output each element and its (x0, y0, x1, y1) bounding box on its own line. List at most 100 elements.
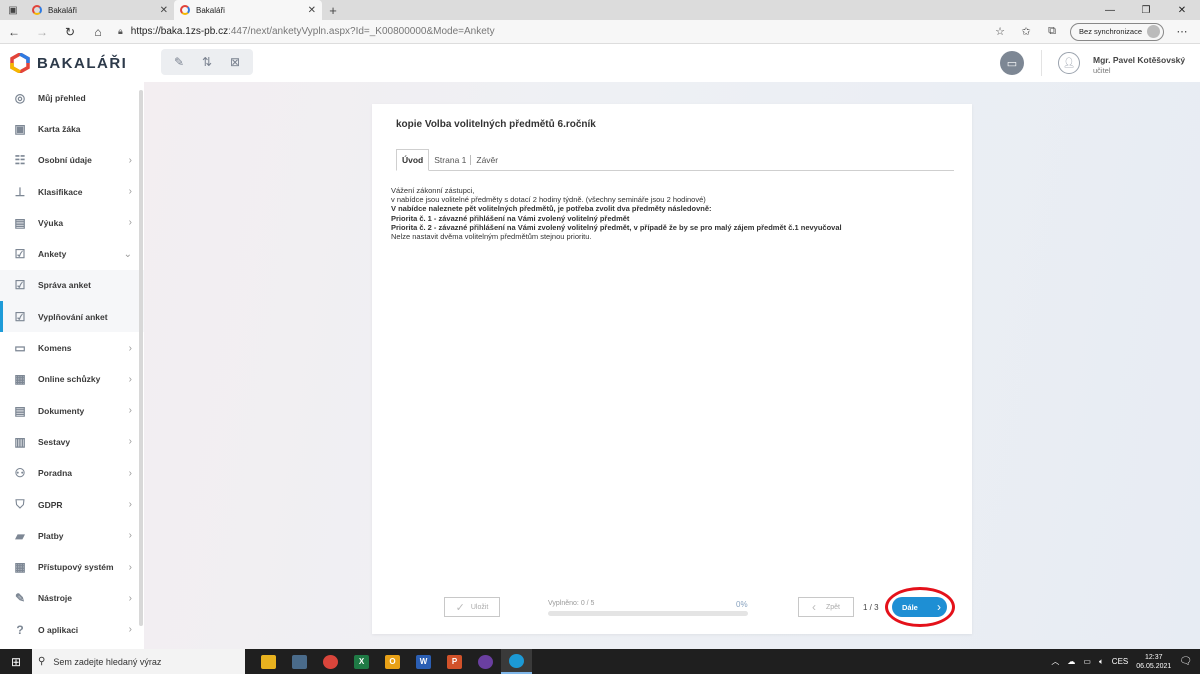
chevron-up-icon[interactable]: ︿ (1051, 656, 1059, 667)
sidebar-item-label: Poradna (38, 468, 73, 479)
more-menu-icon[interactable]: ⋯ (1174, 25, 1190, 38)
sync-button[interactable]: Bez synchronizace (1070, 22, 1164, 41)
bakalari-favicon-icon (180, 5, 190, 15)
network-icon[interactable]: ▭ (1083, 657, 1091, 666)
lock-icon: 🔒︎ (118, 26, 123, 36)
sidebar-item[interactable]: ▰ Platby › (0, 520, 144, 551)
sidebar-item-label: Výuka (38, 217, 64, 228)
sidebar-item-label: Karta žáka (38, 123, 81, 134)
browser-tab-title: Bakaláři (196, 5, 225, 15)
user-role: učitel (1093, 66, 1111, 75)
bakalari-app-icon[interactable] (470, 649, 501, 674)
volume-icon[interactable]: 🔈︎ (1099, 657, 1104, 667)
clock-date: 06.05.2021 (1136, 662, 1172, 670)
sidebar-item[interactable]: ✎ Nástroje › (0, 583, 144, 614)
reload-icon[interactable]: ↻ (56, 20, 84, 44)
chevron-right-icon: › (128, 342, 132, 354)
tab-zaver[interactable]: Závěr (471, 150, 503, 170)
sidebar-item[interactable]: ⚇ Poradna › (0, 458, 144, 489)
settings-sliders-icon[interactable]: ⇅ (202, 55, 212, 69)
messages-icon[interactable]: ▭ (1000, 51, 1024, 75)
edit-icon[interactable]: ✎ (174, 55, 184, 69)
search-placeholder: Sem zadejte hledaný výraz (53, 656, 162, 667)
sidebar-item[interactable]: ☷ Osobní údaje › (0, 145, 144, 176)
collections-icon[interactable]: ⧉ (1044, 25, 1060, 38)
chevron-right-icon: › (128, 186, 132, 198)
sidebar-item[interactable]: ▦ Přístupový systém › (0, 551, 144, 582)
sidebar-item[interactable]: ⊥ Klasifikace › (0, 176, 144, 207)
close-tab-icon[interactable]: ✕ (160, 5, 168, 16)
powerpoint-icon[interactable]: P (439, 649, 470, 674)
browser-tab-2[interactable]: Bakaláři ✕ (174, 0, 322, 20)
calculator-icon[interactable] (284, 649, 315, 674)
survey-tabs: Úvod Strana 1 Závěr (396, 149, 954, 171)
tab-actions-icon[interactable]: ▣ (0, 0, 26, 20)
sidebar-item[interactable]: ? O aplikaci › (0, 614, 144, 645)
browser-tab-strip: ▣ Bakaláři ✕ Bakaláři ✕ + — ❐ ✕ (0, 0, 1200, 20)
sidebar-item[interactable]: ☑ Vyplňování anket (0, 301, 144, 333)
language-indicator[interactable]: CES (1112, 657, 1128, 666)
favorites-icon[interactable]: ✩ (1018, 25, 1034, 38)
sidebar-item[interactable]: ▣ Karta žáka (0, 113, 144, 144)
personal-data-icon: ☷ (14, 153, 26, 168)
user-name[interactable]: Mgr. Pavel Kotěšovský (1093, 55, 1185, 65)
word-icon[interactable]: W (408, 649, 439, 674)
tab-uvod[interactable]: Úvod (396, 149, 430, 171)
next-button[interactable]: Dále › (892, 597, 947, 617)
chrome-icon[interactable] (315, 649, 346, 674)
chevron-right-icon: › (128, 467, 132, 479)
sidebar-item[interactable]: ▤ Dokumenty › (0, 395, 144, 426)
windows-start-icon[interactable]: ⊞ (0, 649, 32, 674)
back-arrow-icon[interactable]: ← (0, 20, 28, 44)
home-icon[interactable]: ⌂ (84, 20, 112, 44)
save-button[interactable]: ✓ Uložit (444, 597, 500, 617)
forward-arrow-icon[interactable]: → (28, 20, 56, 44)
survey-admin-icon: ☑ (14, 278, 26, 293)
sidebar-item-label: Platby (38, 530, 64, 541)
sidebar-item-label: Nástroje (38, 593, 73, 604)
chevron-right-icon: › (128, 436, 132, 448)
chevron-right-icon: › (128, 561, 132, 573)
user-avatar-icon[interactable]: 👤︎ (1058, 52, 1080, 74)
close-tab-icon[interactable]: ✕ (308, 5, 316, 16)
taskbar-search-input[interactable]: ⚲ Sem zadejte hledaný výraz (32, 649, 245, 674)
chevron-right-icon: › (128, 499, 132, 510)
sidebar-item[interactable]: ⛉ GDPR › (0, 489, 144, 520)
excel-icon[interactable]: X (346, 649, 377, 674)
clock[interactable]: 12:37 06.05.2021 (1136, 653, 1171, 671)
back-button[interactable]: ‹ Zpět (798, 597, 854, 617)
survey-fill-icon: ☑ (14, 309, 26, 324)
close-window-icon[interactable]: ✕ (1164, 0, 1200, 20)
edge-icon[interactable] (501, 649, 532, 674)
window-controls: — ❐ ✕ (1092, 0, 1200, 20)
sidebar-scrollbar[interactable] (139, 90, 143, 626)
logo[interactable]: BAKALÁŘI (10, 53, 127, 73)
minimize-icon[interactable]: — (1092, 0, 1128, 20)
sidebar-item[interactable]: ◎ Můj přehled (0, 82, 144, 113)
url-field[interactable]: 🔒︎ https://baka.1zs-pb.cz:447/next/anket… (118, 26, 958, 37)
restore-icon[interactable]: ❐ (1128, 0, 1164, 20)
sidebar-item[interactable]: ☑ Správa anket (0, 269, 144, 302)
add-favorite-icon[interactable]: ☆ (992, 25, 1008, 38)
file-explorer-icon[interactable] (253, 649, 284, 674)
sidebar-item[interactable]: ☑ Ankety ⌄ (0, 238, 144, 269)
sidebar-item[interactable]: ▭ Komens › (0, 332, 144, 363)
sidebar-item-label: GDPR (38, 499, 63, 510)
access-system-icon: ▦ (14, 560, 26, 575)
survey-title: kopie Volba volitelných předmětů 6.roční… (396, 119, 596, 130)
sidebar-item[interactable]: ▦ Online schůzky › (0, 364, 144, 395)
notifications-icon[interactable]: 🗨︎ (1179, 656, 1192, 667)
survey-card: kopie Volba volitelných předmětů 6.roční… (372, 104, 972, 634)
chevron-right-icon: › (128, 530, 132, 542)
documents-icon: ▤ (14, 403, 26, 418)
outlook-icon[interactable]: O (377, 649, 408, 674)
new-tab-icon[interactable]: + (322, 0, 344, 20)
tab-strana-1[interactable]: Strana 1 (429, 150, 472, 170)
progress-label: Vyplněno: 0 / 5 (548, 600, 595, 607)
sidebar-item[interactable]: ▤ Výuka › (0, 207, 144, 238)
close-box-icon[interactable]: ⊠ (230, 55, 240, 69)
sidebar-item[interactable]: ▥ Sestavy › (0, 426, 144, 457)
weather-cloud-icon[interactable]: ☁ (1067, 657, 1075, 666)
system-tray: ︿ ☁ ▭ 🔈︎ CES 12:37 06.05.2021 🗨︎ (1051, 649, 1200, 674)
browser-tab-1[interactable]: Bakaláři ✕ (26, 0, 174, 20)
